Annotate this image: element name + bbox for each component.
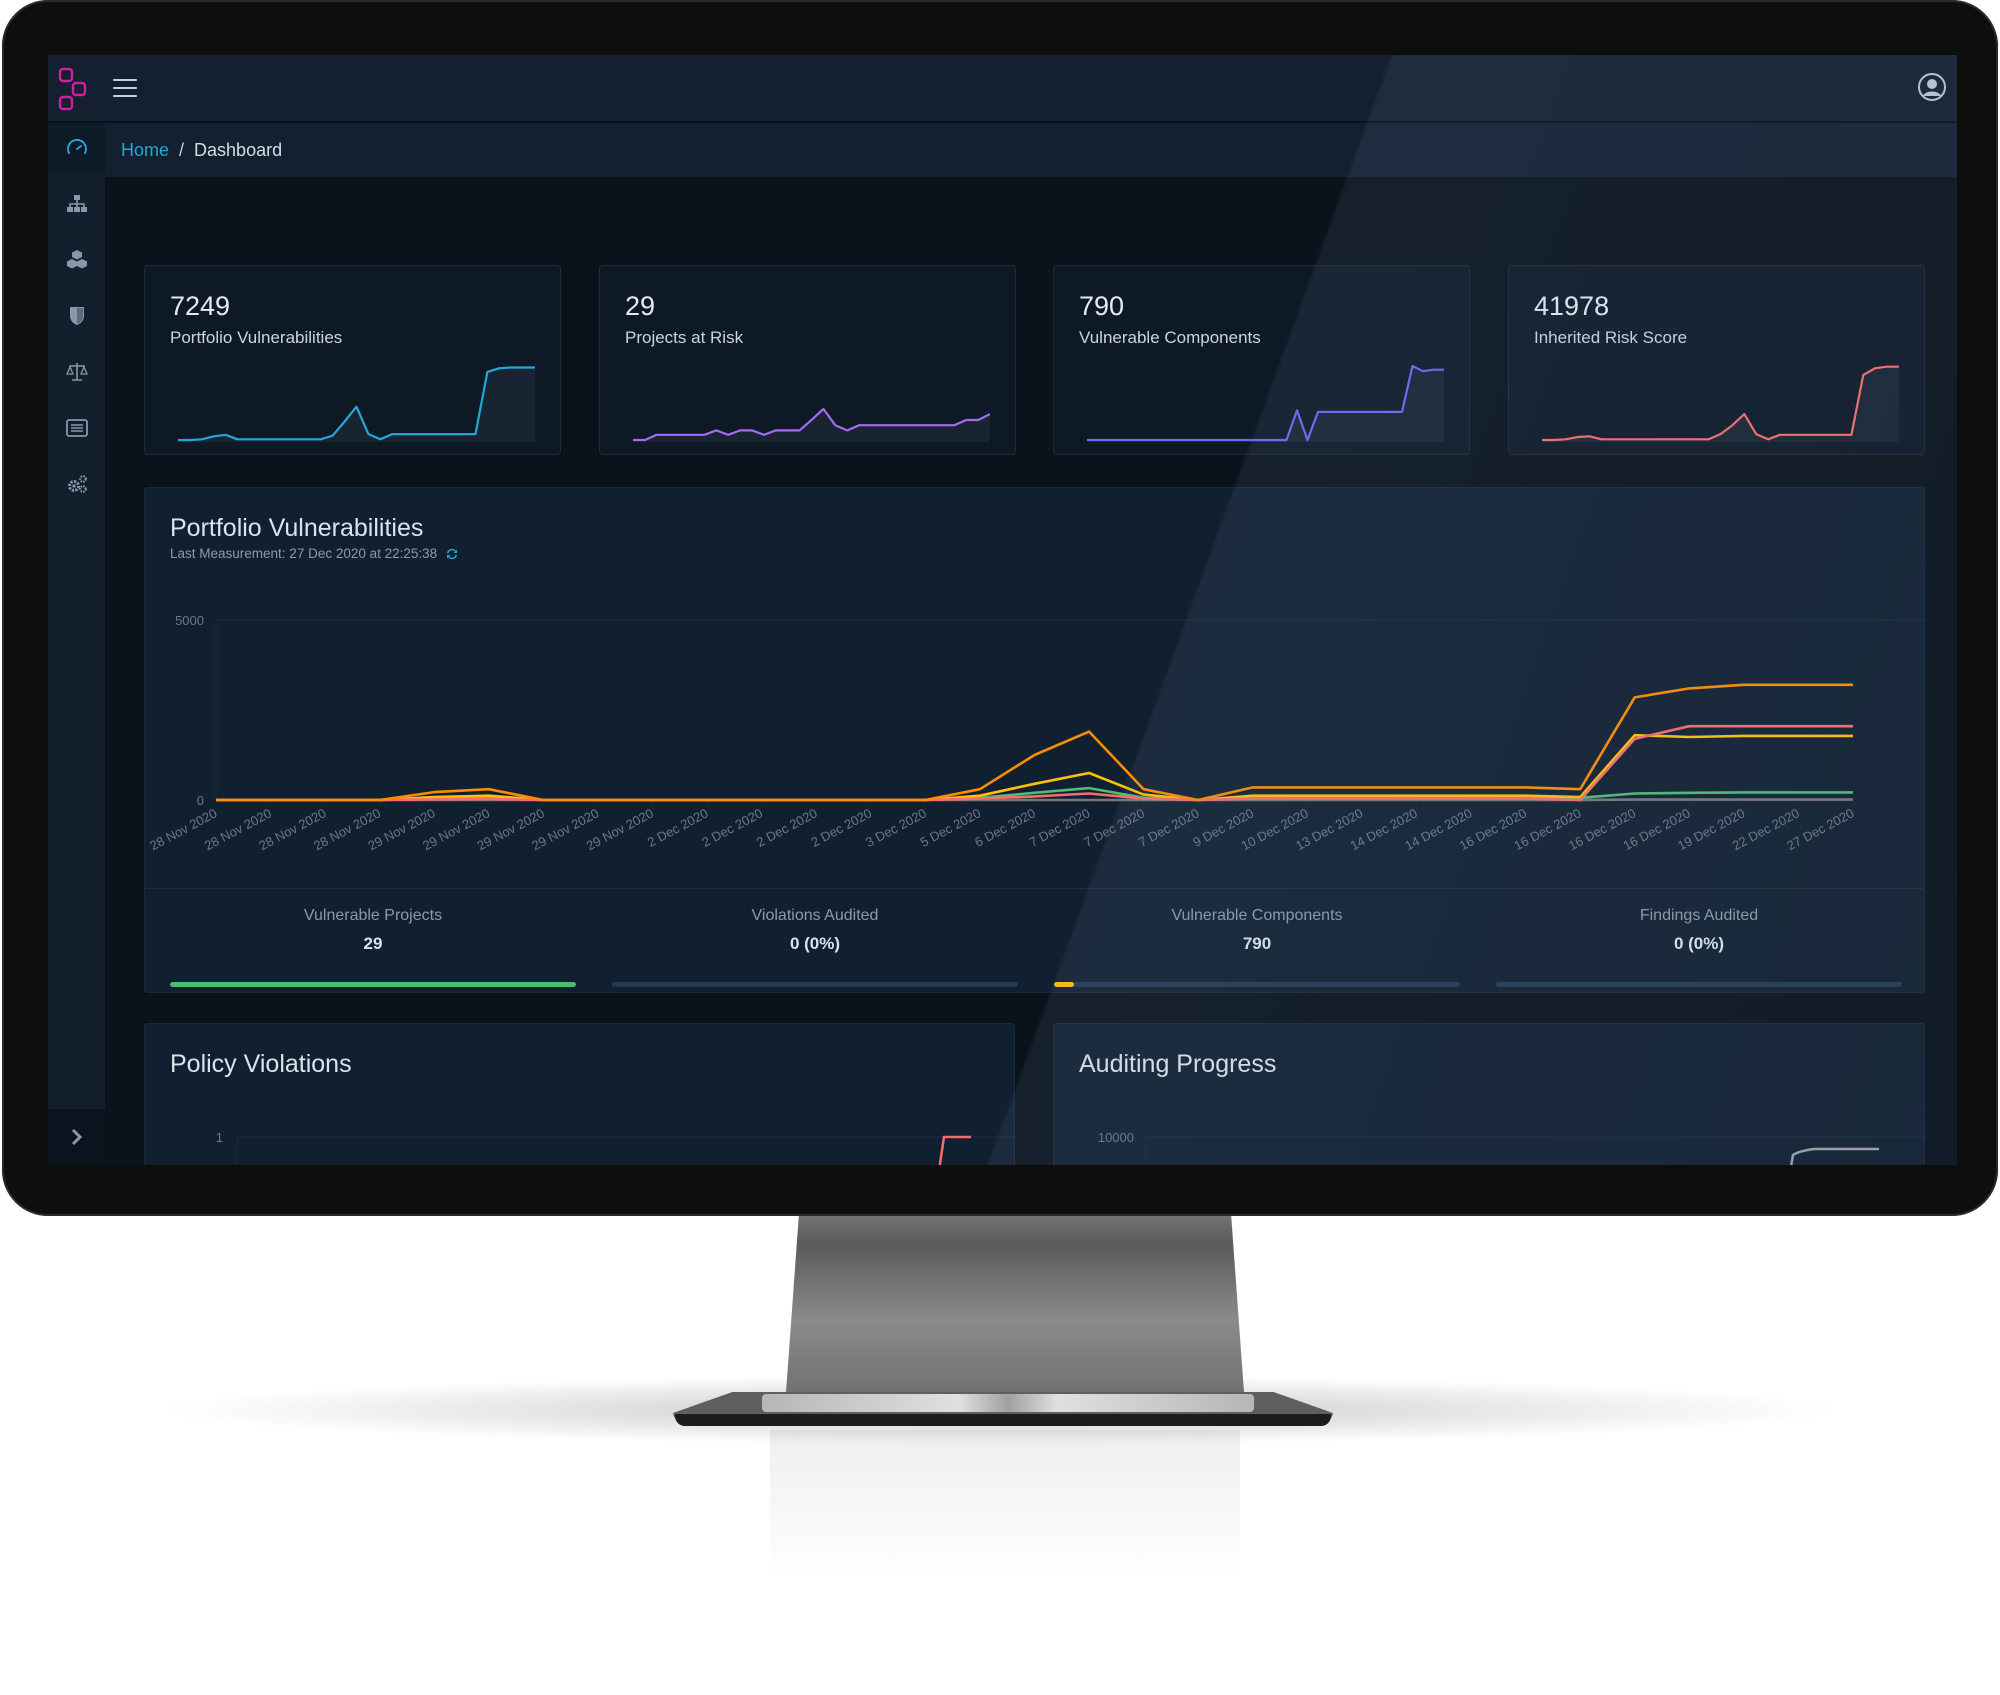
sitemap-icon: [66, 195, 87, 212]
tachometer-icon: [66, 138, 87, 154]
metric-label: Inherited Risk Score: [1534, 328, 1688, 347]
x-tick-label: 2 Dec 2020: [808, 805, 874, 849]
breadcrumb: Home / Dashboard: [105, 123, 1957, 177]
top-navbar: [48, 55, 1957, 123]
app-screen: Home / Dashboard 7249 Portfolio Vulnerab…: [48, 55, 1957, 1165]
metric-label: Vulnerable Components: [1079, 328, 1261, 347]
x-tick-label: 7 Dec 2020: [1027, 805, 1093, 849]
sidebar-item-vulnerabilities[interactable]: [48, 291, 105, 341]
stat-value: 0 (0%): [789, 934, 841, 953]
portfolio-vulnerabilities-panel: Portfolio Vulnerabilities Last Measureme…: [144, 487, 1926, 994]
stat-value: 790: [1242, 934, 1272, 953]
sidebar-toggle-button[interactable]: [48, 1109, 105, 1165]
x-tick-label: 2 Dec 2020: [754, 805, 820, 849]
x-tick-label: 7 Dec 2020: [1081, 805, 1147, 849]
dependency-track-logo-icon[interactable]: [58, 67, 88, 111]
auditing-progress-series: [1790, 1147, 1879, 1165]
series-line-critical: [216, 724, 1853, 802]
metric-card-portfolio-vulnerabilities[interactable]: 7249 Portfolio Vulnerabilities: [144, 265, 561, 455]
x-tick-label: 7 Dec 2020: [1136, 805, 1202, 849]
y-tick-label: 0: [197, 793, 204, 808]
policy-violations-panel: Policy Violations 1: [144, 1023, 1016, 1165]
breadcrumb-separator: /: [179, 139, 185, 160]
monitor-base-highlight: [762, 1394, 1254, 1412]
sidebar-item-components[interactable]: [48, 235, 105, 285]
sidebar-item-licenses[interactable]: [48, 347, 105, 397]
metric-value: 790: [1079, 291, 1125, 321]
stat-value: 0 (0%): [1673, 934, 1725, 953]
sidebar-item-dashboard[interactable]: [48, 123, 105, 173]
stat-progress-bar: [170, 982, 576, 987]
metric-sparkline: [1087, 364, 1444, 442]
balance-scale-icon: [65, 363, 88, 381]
cogs-icon: [67, 475, 87, 493]
metric-sparkline: [1542, 365, 1899, 442]
breadcrumb-current: Dashboard: [194, 139, 283, 160]
stat-label: Vulnerable Components: [1171, 907, 1343, 924]
breadcrumb-home-link[interactable]: Home: [121, 140, 169, 161]
stat-label: Violations Audited: [751, 907, 879, 924]
chevron-right-icon: [71, 1128, 82, 1146]
x-tick-label: 2 Dec 2020: [699, 805, 765, 849]
sidebar-item-administration[interactable]: [48, 459, 105, 509]
stat-violations-audited: Violations Audited 0 (0%): [612, 907, 1018, 987]
sidebar: [48, 123, 105, 1165]
auditing-progress-panel: Auditing Progress 10000: [1053, 1023, 1926, 1165]
sparkline-area: [1542, 366, 1899, 442]
sparkline-line: [1542, 365, 1899, 442]
portfolio-line-chart: 0500028 Nov 202028 Nov 202028 Nov 202028…: [147, 613, 1926, 853]
stat-label: Findings Audited: [1639, 907, 1759, 924]
metric-card-vulnerable-components[interactable]: 790 Vulnerable Components: [1053, 265, 1470, 455]
monitor-base-lip: [675, 1414, 1331, 1426]
x-tick-label: 3 Dec 2020: [863, 805, 929, 849]
metric-value: 7249: [170, 291, 231, 321]
metric-value: 29: [625, 291, 656, 321]
metric-value: 41978: [1534, 291, 1610, 321]
cubes-icon: [66, 250, 87, 269]
metric-label: Portfolio Vulnerabilities: [170, 328, 343, 347]
stats-row: Vulnerable Projects 29 Violations Audite…: [145, 888, 1924, 994]
monitor-stand: [785, 1216, 1245, 1406]
stat-progress-fill: [170, 982, 576, 987]
stat-vulnerable-projects: Vulnerable Projects 29: [170, 907, 576, 987]
sidebar-item-projects[interactable]: [48, 179, 105, 229]
sidebar-item-policy[interactable]: [48, 403, 105, 453]
x-tick-label: 6 Dec 2020: [972, 805, 1038, 849]
metric-sparkline: [178, 366, 535, 442]
metric-sparkline: [633, 407, 990, 442]
policy-violations-series: [938, 1135, 971, 1165]
shield-icon: [69, 307, 84, 325]
hamburger-menu-icon[interactable]: [113, 79, 137, 99]
monitor-bezel: Home / Dashboard 7249 Portfolio Vulnerab…: [2, 0, 1998, 1216]
list-alt-icon: [65, 419, 88, 437]
y-tick-label: 10000: [1098, 1130, 1134, 1145]
sparkline-area: [1087, 366, 1444, 442]
stat-progress-bar: [1496, 982, 1902, 987]
stat-findings-audited: Findings Audited 0 (0%): [1496, 907, 1902, 987]
user-circle-icon[interactable]: [1917, 72, 1947, 102]
metric-card-inherited-risk-score[interactable]: 41978 Inherited Risk Score: [1508, 265, 1925, 455]
metric-label: Projects at Risk: [625, 328, 744, 347]
metric-card-projects-at-risk[interactable]: 29 Projects at Risk: [599, 265, 1016, 455]
stat-vulnerable-components: Vulnerable Components 790: [1054, 907, 1460, 987]
stand-reflection: [770, 1430, 1240, 1580]
stat-progress-bar: [1054, 982, 1460, 987]
y-tick-label: 1: [216, 1130, 223, 1145]
auditing-progress-chart: 10000: [1098, 1130, 1926, 1165]
stat-value: 29: [363, 934, 383, 953]
policy-violations-chart: 1: [216, 1130, 1016, 1165]
stat-progress-fill: [1054, 982, 1075, 987]
y-tick-label: 5000: [175, 613, 204, 628]
x-tick-label: 2 Dec 2020: [645, 805, 711, 849]
x-tick-label: 5 Dec 2020: [918, 805, 984, 849]
stat-progress-bar: [612, 982, 1018, 987]
stat-label: Vulnerable Projects: [303, 907, 443, 924]
dashboard-content: 7249 Portfolio Vulnerabilities 29 Projec…: [105, 177, 1957, 1165]
